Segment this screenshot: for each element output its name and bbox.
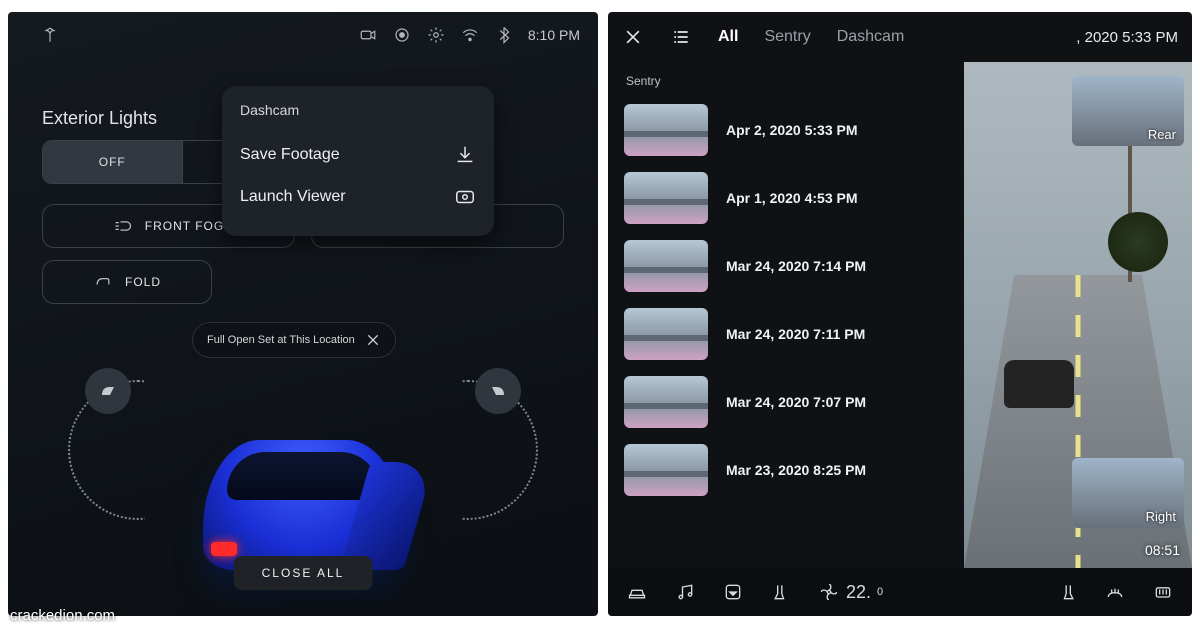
left-screen: 8:10 PM Exterior Lights OFF PARK FRONT F…	[8, 12, 598, 616]
watermark: crackedion.com	[10, 607, 115, 624]
front-fog-icon	[113, 216, 133, 236]
save-footage-item[interactable]: Save Footage	[240, 134, 476, 176]
pip-right-label: Right	[1146, 509, 1176, 524]
launch-viewer-label: Launch Viewer	[240, 188, 346, 206]
climate-control[interactable]: 22.0	[818, 581, 883, 603]
clip-list[interactable]: Sentry Apr 2, 2020 5:33 PM Apr 1, 2020 4…	[608, 62, 964, 568]
launch-viewer-item[interactable]: Launch Viewer	[240, 176, 476, 218]
tab-sentry[interactable]: Sentry	[764, 28, 810, 46]
viewer-icon	[454, 186, 476, 208]
clip-thumb	[624, 240, 708, 292]
tab-all[interactable]: All	[718, 28, 738, 46]
clock-time: 8:10 PM	[528, 27, 580, 43]
fan-icon	[818, 581, 840, 603]
right-screen: All Sentry Dashcam , 2020 5:33 PM Sentry…	[608, 12, 1192, 616]
sentry-icon[interactable]	[392, 25, 412, 45]
front-fog-label: FRONT FOG	[145, 219, 224, 233]
clip-label: Apr 2, 2020 5:33 PM	[726, 122, 858, 138]
seat-right-icon[interactable]	[1056, 581, 1078, 603]
status-bar: 8:10 PM	[8, 18, 598, 52]
clip-item[interactable]: Mar 24, 2020 7:07 PM	[622, 368, 950, 436]
fold-mirrors-button[interactable]: FOLD	[42, 260, 212, 304]
bottom-dock: 22.0	[608, 568, 1192, 616]
pip-rear[interactable]: Rear	[1072, 76, 1184, 146]
clip-item[interactable]: Mar 24, 2020 7:14 PM	[622, 232, 950, 300]
dashcam-status-icon[interactable]	[358, 25, 378, 45]
close-viewer-icon[interactable]	[622, 26, 644, 48]
defrost-front-icon[interactable]	[1104, 581, 1126, 603]
wifi-icon[interactable]	[460, 25, 480, 45]
climate-temp: 22.	[846, 582, 871, 603]
tesla-logo-icon	[40, 25, 60, 45]
seat-left-icon[interactable]	[770, 581, 792, 603]
left-door-handle[interactable]	[85, 368, 131, 414]
clip-thumb	[624, 308, 708, 360]
clip-label: Mar 24, 2020 7:11 PM	[726, 326, 865, 342]
close-all-button[interactable]: CLOSE ALL	[234, 556, 373, 590]
fold-label: FOLD	[125, 275, 161, 289]
car-ahead	[1004, 360, 1074, 408]
apps-icon[interactable]	[722, 581, 744, 603]
save-footage-label: Save Footage	[240, 146, 340, 164]
download-icon	[454, 144, 476, 166]
clip-thumb	[624, 104, 708, 156]
climate-temp-frac: 0	[877, 586, 883, 598]
clip-group-label: Sentry	[626, 74, 950, 88]
clip-item[interactable]: Apr 2, 2020 5:33 PM	[622, 96, 950, 164]
tree	[1108, 212, 1168, 272]
defrost-rear-icon[interactable]	[1152, 581, 1174, 603]
section-title: Exterior Lights	[42, 108, 157, 129]
clip-label: Apr 1, 2020 4:53 PM	[726, 190, 858, 206]
tab-dashcam[interactable]: Dashcam	[837, 28, 905, 46]
fold-row: FOLD	[42, 260, 564, 304]
mirror-fold-icon	[93, 272, 113, 292]
clip-item[interactable]: Mar 23, 2020 8:25 PM	[622, 436, 950, 504]
clip-thumb	[624, 444, 708, 496]
music-icon[interactable]	[674, 581, 696, 603]
pip-right[interactable]: Right	[1072, 458, 1184, 528]
header-timestamp: , 2020 5:33 PM	[1076, 29, 1178, 46]
clip-label: Mar 23, 2020 8:25 PM	[726, 462, 866, 478]
bluetooth-icon[interactable]	[494, 25, 514, 45]
car-app-icon[interactable]	[626, 581, 648, 603]
list-view-icon[interactable]	[670, 26, 692, 48]
clip-thumb	[624, 376, 708, 428]
car-visual: CLOSE ALL	[8, 316, 598, 616]
dashcam-dropdown: Dashcam Save Footage Launch Viewer	[222, 86, 494, 236]
settings-gear-icon[interactable]	[426, 25, 446, 45]
clip-label: Mar 24, 2020 7:07 PM	[726, 394, 866, 410]
video-player[interactable]: Rear Right 08:51	[964, 62, 1192, 568]
pip-rear-label: Rear	[1148, 127, 1176, 142]
clip-item[interactable]: Apr 1, 2020 4:53 PM	[622, 164, 950, 232]
car-render: CLOSE ALL	[163, 410, 443, 598]
light-mode-off[interactable]: OFF	[43, 141, 182, 183]
clip-thumb	[624, 172, 708, 224]
dropdown-title: Dashcam	[240, 102, 476, 118]
player-time: 08:51	[1145, 542, 1180, 558]
clip-item[interactable]: Mar 24, 2020 7:11 PM	[622, 300, 950, 368]
clip-label: Mar 24, 2020 7:14 PM	[726, 258, 866, 274]
right-door-handle[interactable]	[475, 368, 521, 414]
viewer-header: All Sentry Dashcam , 2020 5:33 PM	[608, 12, 1192, 62]
